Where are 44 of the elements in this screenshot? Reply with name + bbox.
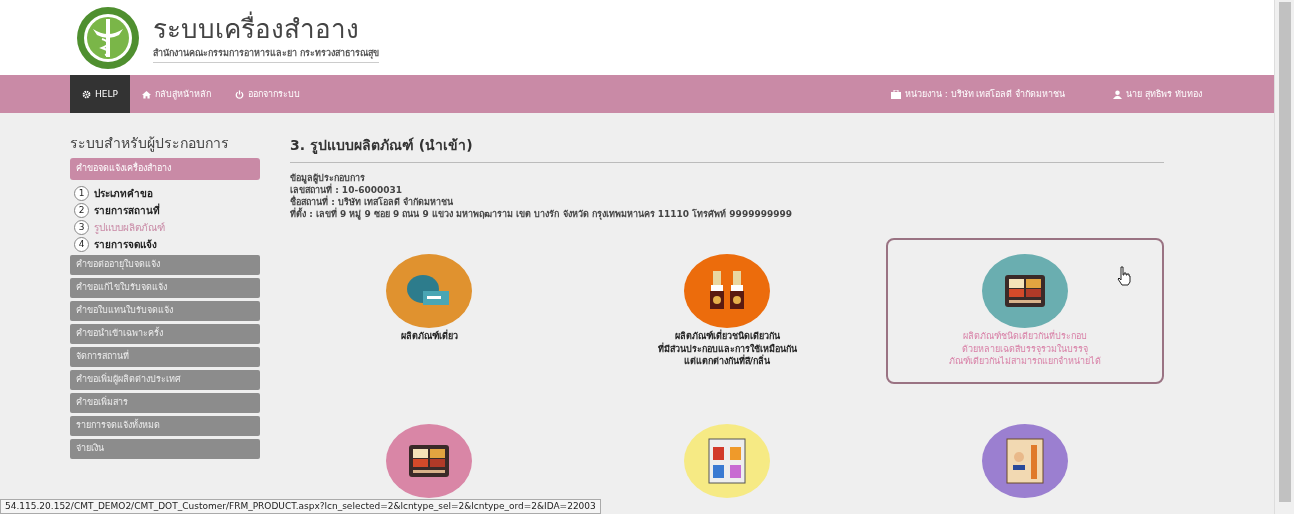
- product-label: ผลิตภัณฑ์เดี่ยวชนิดเดียวกัน ที่มีส่วนประกอบและการใช้เหมือนกัน แต่แตกต่างกันที่สี/กลิ่น: [657, 330, 797, 368]
- hand-cursor-icon: [1116, 266, 1132, 287]
- sidebar-item[interactable]: คำขอจดแจ้งเครื่องสำอาง: [70, 158, 260, 180]
- product-option[interactable]: ผลิตภัณฑ์ชนิดเดียวกันที่ประกอบ ด้วยหลายเฉดสีบรรจุรวมในบรรจุ ภัณฑ์เดียวกันไม่สามารถแยกจำหน่ายได้: [886, 238, 1164, 384]
- sidebar-item[interactable]: คำขอเพิ่มสาร: [70, 392, 260, 413]
- sidebar-item[interactable]: จัดการสถานที่: [70, 346, 260, 367]
- product-label: ผลิตภัณฑ์เดี่ยว: [400, 330, 458, 343]
- sidebar-title: ระบบสำหรับผู้ประกอบการ: [70, 134, 230, 154]
- nav-link[interactable]: นาย สุทธิพร ทับทอง: [1101, 87, 1214, 102]
- product-option[interactable]: ผลิตภัณฑ์เดี่ยว: [290, 238, 568, 384]
- step-label[interactable]: รายการสถานที่: [94, 202, 160, 218]
- sidebar-item[interactable]: รายการจดแจ้งทั้งหมด: [70, 415, 260, 436]
- link-url-tooltip: 54.115.20.152/CMT_DEMO2/CMT_DOT_Customer/FRM_PRODUCT.aspx?lcn_selected=2&lcntype_sel=2&lcntype_ord=2&IDA=22003: [0, 498, 601, 514]
- sidebar-item[interactable]: คำขอนำเข้าเฉพาะครั้ง: [70, 323, 260, 344]
- info-line: เลขสถานที่ : 10-6000031: [290, 185, 403, 196]
- home-icon: [141, 89, 151, 99]
- gear-icon: [82, 89, 91, 99]
- briefcase-icon: [890, 89, 901, 99]
- nav-link[interactable]: กลับสู่หน้าหลัก: [129, 75, 223, 114]
- user-icon: [1113, 89, 1123, 99]
- step-number: 3: [74, 219, 89, 235]
- app-title: ระบบเครื่องสำอาง: [153, 11, 360, 46]
- nav-link[interactable]: ออกจากระบบ: [222, 75, 312, 114]
- info-line: ชื่อสถานที่ : บริษัท เทสโอลดี จำกัดมหาชน: [290, 196, 455, 207]
- info-line: ข้อมูลผู้ประกอบการ: [290, 173, 366, 184]
- sidebar-item[interactable]: คำขอเพิ่มผู้ผลิตต่างประเทศ: [70, 369, 260, 390]
- step-number: 4: [74, 236, 89, 252]
- sidebar-item[interactable]: จ่ายเงิน: [70, 438, 260, 459]
- step-label[interactable]: รายการจดแจ้ง: [94, 236, 157, 252]
- page-heading: 3. รูปแบบผลิตภัณฑ์ (นำเข้า): [290, 135, 1164, 164]
- nav-link[interactable]: HELP: [70, 75, 130, 114]
- step-number: 1: [74, 185, 89, 201]
- sidebar-item[interactable]: คำขอใบแทนใบรับจดแจ้ง: [70, 300, 260, 321]
- sidebar-item[interactable]: คำขอแก้ไขใบรับจดแจ้ง: [70, 277, 260, 298]
- nav-link[interactable]: หน่วยงาน : บริษัท เทสโอลดี จำกัดมหาชน: [878, 87, 1078, 102]
- product-label: ผลิตภัณฑ์ชนิดเดียวกันที่ประกอบ ด้วยหลายเฉดสีบรรจุรวมในบรรจุ ภัณฑ์เดียวกันไม่สามารถแยกจำหน่ายได้: [949, 330, 1101, 368]
- step-label[interactable]: ประเภทคำขอ: [94, 185, 153, 201]
- sidebar-item[interactable]: คำขอต่ออายุใบจดแจ้ง: [70, 254, 260, 275]
- product-option[interactable]: ผลิตภัณฑ์เดี่ยวชนิดเดียวกัน ที่มีส่วนประกอบและการใช้เหมือนกัน แต่แตกต่างกันที่สี/กลิ่น: [588, 238, 866, 384]
- step-label[interactable]: รูปแบบผลิตภัณฑ์: [94, 219, 165, 235]
- logo-icon: [75, 4, 141, 71]
- step-number: 2: [74, 202, 89, 218]
- app-subtitle: สำนักงานคณะกรรมการอาหารและยา กระทรวงสาธารณสุข: [153, 46, 380, 64]
- power-icon: [234, 89, 244, 99]
